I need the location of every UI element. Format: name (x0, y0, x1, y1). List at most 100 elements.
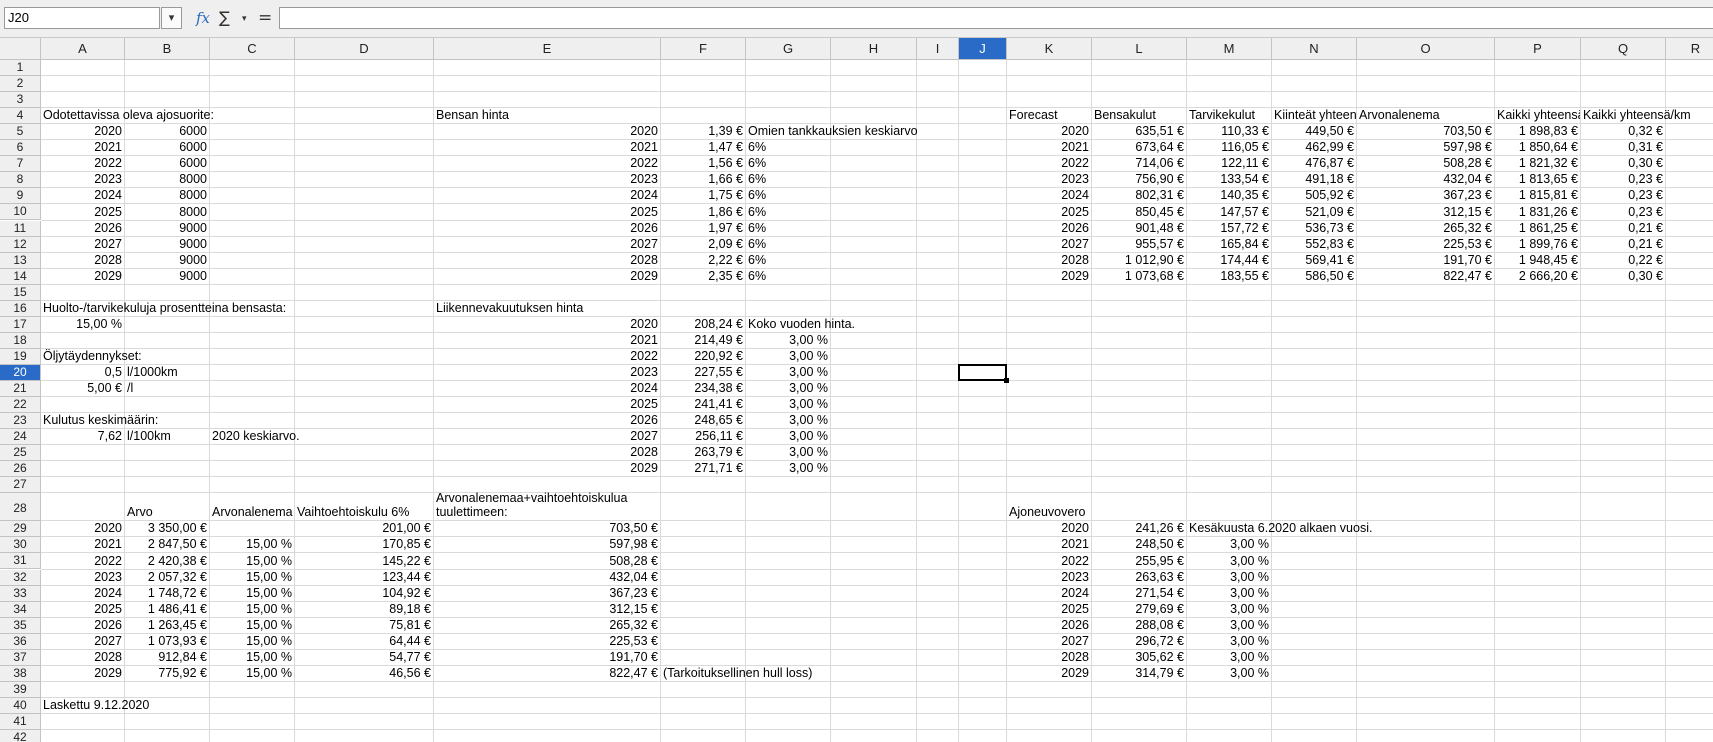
row-header-19[interactable]: 19 (0, 348, 41, 365)
cell-k9[interactable]: 2024 (1007, 188, 1089, 203)
row-header-38[interactable]: 38 (0, 665, 41, 682)
cell-a9[interactable]: 2024 (41, 188, 122, 203)
cell-n10[interactable]: 521,09 € (1272, 205, 1354, 220)
cell-b6[interactable]: 6000 (125, 140, 207, 155)
cell-q11[interactable]: 0,21 € (1581, 221, 1663, 236)
cell-c35[interactable]: 15,00 % (210, 618, 292, 633)
cell-d29[interactable]: 201,00 € (295, 521, 431, 536)
column-header-k[interactable]: K (1007, 38, 1092, 60)
cell-e35[interactable]: 265,32 € (434, 618, 658, 633)
cell-n12[interactable]: 552,83 € (1272, 237, 1354, 252)
cell-m9[interactable]: 140,35 € (1187, 188, 1269, 203)
cell-a35[interactable]: 2026 (41, 618, 122, 633)
column-header-j[interactable]: J (959, 38, 1007, 60)
cell-e10[interactable]: 2025 (434, 205, 658, 220)
cell-a20[interactable]: 0,5 (41, 365, 122, 380)
cell-g10[interactable]: 6% (748, 205, 766, 220)
cell-p8[interactable]: 1 813,65 € (1495, 172, 1578, 187)
cell-m4[interactable]: Tarvikekulut (1189, 108, 1255, 123)
row-header-7[interactable]: 7 (0, 156, 41, 173)
formula-equals-icon[interactable]: = (258, 7, 272, 29)
cell-b5[interactable]: 6000 (125, 124, 207, 139)
select-all-corner[interactable] (0, 38, 41, 60)
cell-e18[interactable]: 2021 (434, 333, 658, 348)
cell-a29[interactable]: 2020 (41, 521, 122, 536)
column-header-p[interactable]: P (1495, 38, 1581, 60)
cell-q14[interactable]: 0,30 € (1581, 269, 1663, 284)
column-header-n[interactable]: N (1272, 38, 1357, 60)
column-header-b[interactable]: B (125, 38, 210, 60)
cell-d30[interactable]: 170,85 € (295, 537, 431, 552)
cell-n6[interactable]: 462,99 € (1272, 140, 1354, 155)
cell-l33[interactable]: 271,54 € (1092, 586, 1184, 601)
cell-m33[interactable]: 3,00 % (1187, 586, 1269, 601)
cell-e31[interactable]: 508,28 € (434, 554, 658, 569)
row-header-2[interactable]: 2 (0, 76, 41, 93)
cell-l34[interactable]: 279,69 € (1092, 602, 1184, 617)
cell-k6[interactable]: 2021 (1007, 140, 1089, 155)
cell-o5[interactable]: 703,50 € (1357, 124, 1492, 139)
cell-o9[interactable]: 367,23 € (1357, 188, 1492, 203)
cell-a13[interactable]: 2028 (41, 253, 122, 268)
cell-g24[interactable]: 3,00 % (746, 429, 828, 444)
cell-b34[interactable]: 1 486,41 € (125, 602, 207, 617)
cell-e25[interactable]: 2028 (434, 445, 658, 460)
cell-k5[interactable]: 2020 (1007, 124, 1089, 139)
cell-g20[interactable]: 3,00 % (746, 365, 828, 380)
cell-a11[interactable]: 2026 (41, 221, 122, 236)
cell-b10[interactable]: 8000 (125, 205, 207, 220)
cell-p4[interactable]: Kaikki yhteensä (1497, 108, 1580, 123)
cell-a16[interactable]: Huolto-/tarvikekuluja prosentteina bensa… (43, 301, 286, 316)
cell-e28[interactable]: Arvonalenemaa+vaihtoehtoiskulua (436, 491, 627, 506)
cell-e7[interactable]: 2022 (434, 156, 658, 171)
cell-f14[interactable]: 2,35 € (661, 269, 743, 284)
row-header-26[interactable]: 26 (0, 461, 41, 478)
cell-g12[interactable]: 6% (748, 237, 766, 252)
cell-e29[interactable]: 703,50 € (434, 521, 658, 536)
cell-a23[interactable]: Kulutus keskimäärin: (43, 413, 158, 428)
cell-m38[interactable]: 3,00 % (1187, 666, 1269, 681)
name-box-dropdown-icon[interactable]: ▾ (161, 7, 182, 29)
cell-n11[interactable]: 536,73 € (1272, 221, 1354, 236)
cell-m5[interactable]: 110,33 € (1187, 124, 1269, 139)
cell-d35[interactable]: 75,81 € (295, 618, 431, 633)
row-header-37[interactable]: 37 (0, 649, 41, 666)
cell-l38[interactable]: 314,79 € (1092, 666, 1184, 681)
column-header-d[interactable]: D (295, 38, 434, 60)
cell-k10[interactable]: 2025 (1007, 205, 1089, 220)
cell-a34[interactable]: 2025 (41, 602, 122, 617)
cell-m29[interactable]: Kesäkuusta 6.2020 alkaen vuosi. (1189, 521, 1372, 536)
cell-e22[interactable]: 2025 (434, 397, 658, 412)
cell-l5[interactable]: 635,51 € (1092, 124, 1184, 139)
cell-e6[interactable]: 2021 (434, 140, 658, 155)
cell-m30[interactable]: 3,00 % (1187, 537, 1269, 552)
cell-l4[interactable]: Bensakulut (1094, 108, 1156, 123)
cell-a32[interactable]: 2023 (41, 570, 122, 585)
cell-c34[interactable]: 15,00 % (210, 602, 292, 617)
column-header-l[interactable]: L (1092, 38, 1187, 60)
cell-c31[interactable]: 15,00 % (210, 554, 292, 569)
cell-f22[interactable]: 241,41 € (661, 397, 743, 412)
row-header-10[interactable]: 10 (0, 204, 41, 221)
cell-b8[interactable]: 8000 (125, 172, 207, 187)
cell-f8[interactable]: 1,66 € (661, 172, 743, 187)
cell-f19[interactable]: 220,92 € (661, 349, 743, 364)
column-header-a[interactable]: A (41, 38, 125, 60)
row-header-5[interactable]: 5 (0, 124, 41, 141)
column-header-c[interactable]: C (210, 38, 295, 60)
cell-e12[interactable]: 2027 (434, 237, 658, 252)
cell-a10[interactable]: 2025 (41, 205, 122, 220)
sum-icon[interactable]: ∑ (219, 7, 230, 29)
cell-b11[interactable]: 9000 (125, 221, 207, 236)
cell-p9[interactable]: 1 815,81 € (1495, 188, 1578, 203)
cell-n9[interactable]: 505,92 € (1272, 188, 1354, 203)
cell-d32[interactable]: 123,44 € (295, 570, 431, 585)
cell-l35[interactable]: 288,08 € (1092, 618, 1184, 633)
cell-m8[interactable]: 133,54 € (1187, 172, 1269, 187)
cell-l32[interactable]: 263,63 € (1092, 570, 1184, 585)
cell-b35[interactable]: 1 263,45 € (125, 618, 207, 633)
cell-m12[interactable]: 165,84 € (1187, 237, 1269, 252)
function-wizard-icon[interactable]: fx (196, 7, 210, 29)
cell-d31[interactable]: 145,22 € (295, 554, 431, 569)
cell-p10[interactable]: 1 831,26 € (1495, 205, 1578, 220)
